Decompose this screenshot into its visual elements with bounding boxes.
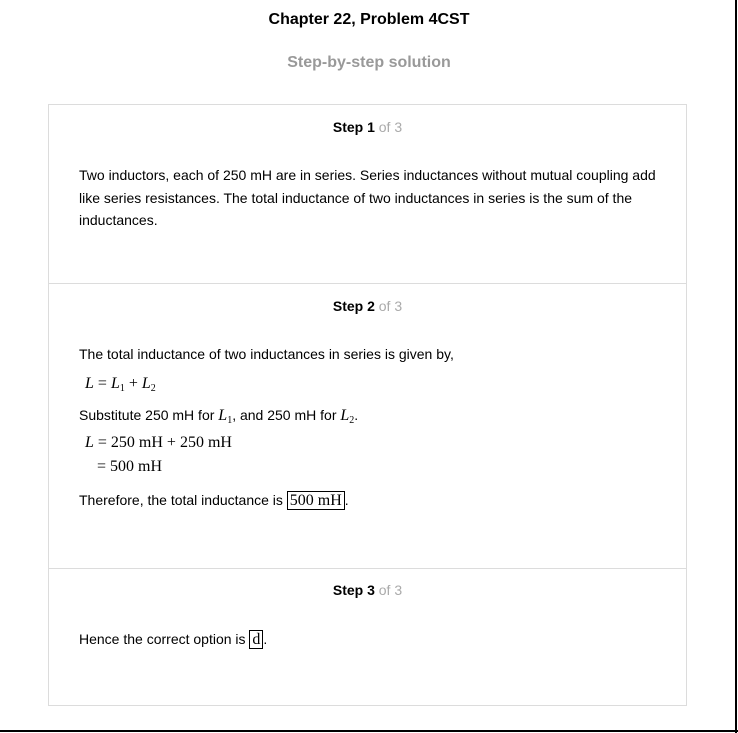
step-card-2: Step 2 of 3 The total inductance of two … bbox=[48, 283, 687, 569]
step-card-1: Step 1 of 3 Two inductors, each of 250 m… bbox=[48, 104, 687, 284]
step-count: of 3 bbox=[378, 582, 403, 598]
step-label: Step 2 bbox=[332, 298, 375, 314]
conclusion-line: Therefore, the total inductance is 500 m… bbox=[79, 491, 349, 510]
step-count: of 3 bbox=[378, 119, 403, 135]
step-label: Step 3 bbox=[332, 582, 375, 598]
substitute-line: Substitute 250 mH for L1, and 250 mH for… bbox=[79, 407, 359, 426]
page-subtitle: Step-by-step solution bbox=[287, 54, 451, 71]
step-heading-1: Step 1 of 3 bbox=[49, 119, 686, 135]
step-1-text: Two inductors, each of 250 mH are in ser… bbox=[79, 167, 656, 228]
step-3-text: Hence the correct option is d. bbox=[79, 630, 268, 649]
step-heading-3: Step 3 of 3 bbox=[49, 582, 686, 598]
page-title: Chapter 22, Problem 4CST bbox=[268, 11, 470, 28]
step-card-3: Step 3 of 3 Hence the correct option is … bbox=[48, 568, 687, 706]
step-2-intro: The total inductance of two inductances … bbox=[79, 346, 454, 362]
boxed-answer: 500 mH bbox=[286, 491, 345, 510]
step-label: Step 1 bbox=[332, 119, 375, 135]
step-heading-2: Step 2 of 3 bbox=[49, 298, 686, 314]
boxed-answer: d bbox=[249, 630, 264, 649]
page-frame-right bbox=[735, 0, 737, 733]
equation-substitution-line-1: L = 250 mH + 250 mH bbox=[85, 434, 232, 451]
page-frame-bottom bbox=[0, 730, 738, 732]
equation-total-inductance: L = L1 + L2 bbox=[85, 375, 156, 394]
step-count: of 3 bbox=[378, 298, 403, 314]
equation-substitution-line-2: = 500 mH bbox=[97, 458, 163, 475]
